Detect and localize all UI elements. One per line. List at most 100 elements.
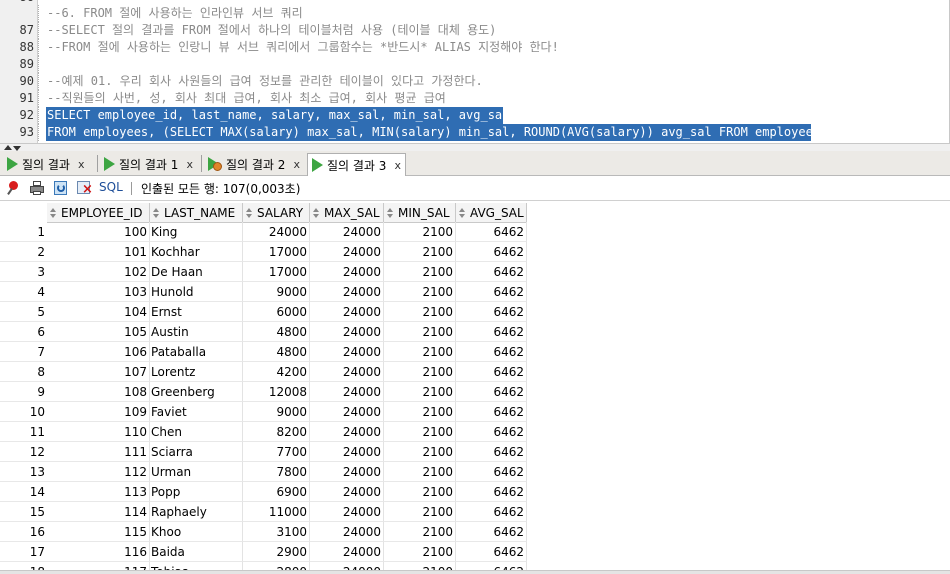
cell-min-sal[interactable]: 2100 xyxy=(384,422,456,442)
cell-last-name[interactable]: Urman xyxy=(150,462,243,482)
row-number[interactable]: 18 xyxy=(0,562,47,570)
cell-employee-id[interactable]: 108 xyxy=(47,382,150,402)
table-row[interactable]: 1 100 King 24000 24000 2100 6462 xyxy=(0,222,527,242)
cell-salary[interactable]: 7700 xyxy=(243,442,310,462)
cell-salary[interactable]: 9000 xyxy=(243,402,310,422)
print-icon[interactable] xyxy=(29,180,45,196)
column-header-min-sal[interactable]: MIN_SAL xyxy=(384,203,456,223)
cell-max-sal[interactable]: 24000 xyxy=(310,562,384,570)
row-number[interactable]: 2 xyxy=(0,242,47,262)
code-line-89[interactable]: 89 --FROM 절에 사용하는 인랑니 뷰 서브 쿼리에서 그룹함수는 *반… xyxy=(0,39,949,71)
collapse-up-icon[interactable] xyxy=(4,145,12,150)
row-number[interactable]: 9 xyxy=(0,382,47,402)
cell-max-sal[interactable]: 24000 xyxy=(310,262,384,282)
table-row[interactable]: 15 114 Raphaely 11000 24000 2100 6462 xyxy=(0,502,527,522)
cell-last-name[interactable]: Kochhar xyxy=(150,242,243,262)
cell-last-name[interactable]: De Haan xyxy=(150,262,243,282)
cell-max-sal[interactable]: 24000 xyxy=(310,342,384,362)
cell-last-name[interactable]: Chen xyxy=(150,422,243,442)
row-number[interactable]: 10 xyxy=(0,402,47,422)
cell-last-name[interactable]: Raphaely xyxy=(150,502,243,522)
cell-salary[interactable]: 8200 xyxy=(243,422,310,442)
cell-employee-id[interactable]: 110 xyxy=(47,422,150,442)
cell-max-sal[interactable]: 24000 xyxy=(310,462,384,482)
table-row[interactable]: 6 105 Austin 4800 24000 2100 6462 xyxy=(0,322,527,342)
cell-last-name[interactable]: Pataballa xyxy=(150,342,243,362)
cell-min-sal[interactable]: 2100 xyxy=(384,302,456,322)
cell-avg-sal[interactable]: 6462 xyxy=(456,542,527,562)
horizontal-scrollbar[interactable] xyxy=(0,570,950,574)
row-number[interactable]: 16 xyxy=(0,522,47,542)
cell-employee-id[interactable]: 114 xyxy=(47,502,150,522)
row-number[interactable]: 17 xyxy=(0,542,47,562)
result-grid[interactable]: EMPLOYEE_ID LAST_NAME SALARY MAX_SAL MIN… xyxy=(0,200,950,570)
cell-last-name[interactable]: Baida xyxy=(150,542,243,562)
cell-employee-id[interactable]: 109 xyxy=(47,402,150,422)
table-row[interactable]: 18117Tobias28002400021006462 xyxy=(0,562,527,570)
cell-avg-sal[interactable]: 6462 xyxy=(456,262,527,282)
row-number[interactable]: 1 xyxy=(0,222,47,242)
cell-employee-id[interactable]: 107 xyxy=(47,362,150,382)
cell-max-sal[interactable]: 24000 xyxy=(310,422,384,442)
row-number[interactable]: 13 xyxy=(0,462,47,482)
code-line-88[interactable]: 88 --SELECT 절의 결과를 FROM 절에서 하나의 테이블처럼 사용… xyxy=(0,22,949,54)
cell-employee-id[interactable]: 103 xyxy=(47,282,150,302)
cell-employee-id[interactable]: 100 xyxy=(47,222,150,242)
tab-close-button[interactable]: x xyxy=(394,159,401,172)
table-row[interactable]: 2 101 Kochhar 17000 24000 2100 6462 xyxy=(0,242,527,262)
cell-max-sal[interactable]: 24000 xyxy=(310,322,384,342)
column-header-employee-id[interactable]: EMPLOYEE_ID xyxy=(47,203,150,223)
cell-min-sal[interactable]: 2100 xyxy=(384,522,456,542)
row-number[interactable]: 14 xyxy=(0,482,47,502)
cell-min-sal[interactable]: 2100 xyxy=(384,242,456,262)
cell-min-sal[interactable]: 2100 xyxy=(384,262,456,282)
cell-min-sal[interactable]: 2100 xyxy=(384,462,456,482)
tab-close-button[interactable]: x xyxy=(78,158,85,171)
cell-employee-id[interactable]: 105 xyxy=(47,322,150,342)
table-row[interactable]: 9 108 Greenberg 12008 24000 2100 6462 xyxy=(0,382,527,402)
cell-last-name[interactable]: Tobias xyxy=(150,562,243,570)
table-row[interactable]: 10 109 Faviet 9000 24000 2100 6462 xyxy=(0,402,527,422)
cell-max-sal[interactable]: 24000 xyxy=(310,402,384,422)
cell-avg-sal[interactable]: 6462 xyxy=(456,242,527,262)
cell-max-sal[interactable]: 24000 xyxy=(310,302,384,322)
column-header-salary[interactable]: SALARY xyxy=(243,203,310,223)
cell-max-sal[interactable]: 24000 xyxy=(310,482,384,502)
cell-last-name[interactable]: Hunold xyxy=(150,282,243,302)
code-line-87[interactable]: 87 --6. FROM 절에 사용하는 인라인뷰 서브 쿼리 xyxy=(0,5,949,37)
cell-salary[interactable]: 4800 xyxy=(243,322,310,342)
cell-last-name[interactable]: Khoo xyxy=(150,522,243,542)
pin-icon[interactable] xyxy=(7,180,23,196)
tab-query-result[interactable]: 질의 결과 x xyxy=(3,153,89,175)
row-number[interactable]: 12 xyxy=(0,442,47,462)
cell-last-name[interactable]: Sciarra xyxy=(150,442,243,462)
cell-salary[interactable]: 3100 xyxy=(243,522,310,542)
cell-max-sal[interactable]: 24000 xyxy=(310,282,384,302)
column-header-max-sal[interactable]: MAX_SAL xyxy=(310,203,384,223)
code-line-93[interactable]: 93 SELECT employee_id, last_name, salary… xyxy=(0,107,949,139)
table-row[interactable]: 17 116 Baida 2900 24000 2100 6462 xyxy=(0,542,527,562)
sql-button[interactable]: SQL xyxy=(99,180,123,194)
code-line-92[interactable]: 92 --직원들의 사번, 성, 회사 최대 급여, 회사 최소 급여, 회사 … xyxy=(0,90,949,122)
tab-close-button[interactable]: x xyxy=(186,158,193,171)
code-line-90[interactable]: 90 xyxy=(0,56,949,88)
cell-salary[interactable]: 9000 xyxy=(243,282,310,302)
table-row[interactable]: 7 106 Pataballa 4800 24000 2100 6462 xyxy=(0,342,527,362)
cell-employee-id[interactable]: 106 xyxy=(47,342,150,362)
row-number[interactable]: 15 xyxy=(0,502,47,522)
cell-last-name[interactable]: Lorentz xyxy=(150,362,243,382)
cell-last-name[interactable]: Faviet xyxy=(150,402,243,422)
row-number[interactable]: 7 xyxy=(0,342,47,362)
cell-avg-sal[interactable]: 6462 xyxy=(456,322,527,342)
cell-avg-sal[interactable]: 6462 xyxy=(456,462,527,482)
cell-min-sal[interactable]: 2100 xyxy=(384,542,456,562)
cell-max-sal[interactable]: 24000 xyxy=(310,542,384,562)
cell-avg-sal[interactable]: 6462 xyxy=(456,342,527,362)
cell-salary[interactable]: 4800 xyxy=(243,342,310,362)
cell-avg-sal[interactable]: 6462 xyxy=(456,362,527,382)
table-row[interactable]: 5 104 Ernst 6000 24000 2100 6462 xyxy=(0,302,527,322)
cell-min-sal[interactable]: 2100 xyxy=(384,282,456,302)
cell-employee-id[interactable]: 115 xyxy=(47,522,150,542)
table-row[interactable]: 13 112 Urman 7800 24000 2100 6462 xyxy=(0,462,527,482)
cell-salary[interactable]: 7800 xyxy=(243,462,310,482)
